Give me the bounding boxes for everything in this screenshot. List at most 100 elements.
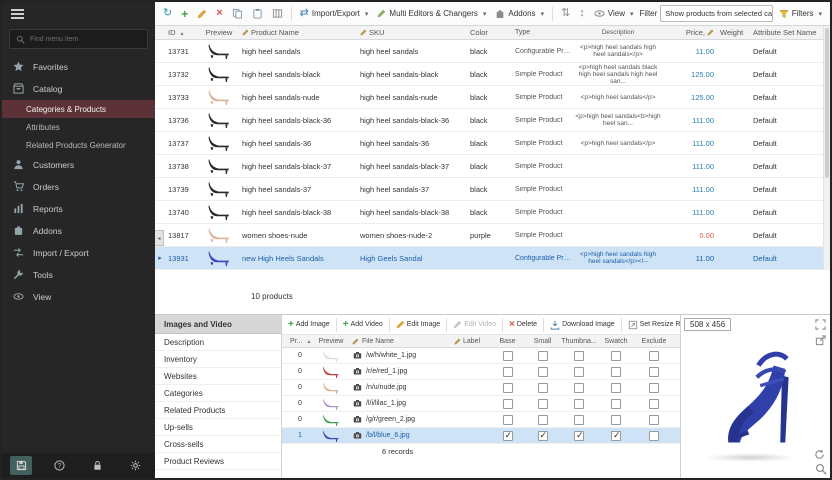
fullscreen-icon[interactable] <box>815 319 826 330</box>
sidebar-item-favorites[interactable]: Favorites <box>2 56 155 78</box>
product-row[interactable]: 13739 high heel sandals-37 high heel san… <box>155 178 830 201</box>
exclude-checkbox[interactable] <box>649 431 659 441</box>
columns-button[interactable] <box>269 6 286 21</box>
column-header-weight[interactable]: Weight <box>717 28 750 37</box>
tab-inventory[interactable]: Inventory <box>155 351 281 368</box>
thumbnail-checkbox[interactable] <box>574 367 584 377</box>
filter-select[interactable]: Show products from selected categories <box>660 5 772 22</box>
column-header-attribute-set[interactable]: Attribute Set Name <box>750 28 830 37</box>
scrollbar-thumb[interactable] <box>825 28 829 178</box>
swatch-checkbox[interactable] <box>611 367 621 377</box>
refresh-button[interactable]: ↻ <box>160 6 175 21</box>
thumbnail-checkbox[interactable] <box>574 383 584 393</box>
sidebar-item-import-export[interactable]: Import / Export <box>2 242 155 264</box>
sidebar-item-related-products-generator[interactable]: Related Products Generator <box>2 136 155 154</box>
exclude-checkbox[interactable] <box>649 351 659 361</box>
small-checkbox[interactable] <box>538 399 548 409</box>
product-row[interactable]: 13740 high heel sandals-black-38 high he… <box>155 201 830 224</box>
view-menu[interactable]: View <box>591 6 637 21</box>
add-product-button[interactable]: + <box>178 6 191 22</box>
product-row[interactable]: 13738 high heel sandals-black-37 high he… <box>155 155 830 178</box>
open-external-icon[interactable] <box>815 335 826 346</box>
download-image-button[interactable]: Download Image <box>548 319 617 331</box>
thumbnail-checkbox[interactable] <box>574 399 584 409</box>
multi-editors-menu[interactable]: Multi Editors & Changers <box>374 7 489 20</box>
sidebar-item-tools[interactable]: Tools <box>2 264 155 286</box>
tab-categories[interactable]: Categories <box>155 385 281 402</box>
product-row[interactable]: 13737 high heel sandals-36 high heel san… <box>155 132 830 155</box>
hamburger-menu-icon[interactable] <box>11 9 24 19</box>
sidebar-item-orders[interactable]: Orders <box>2 176 155 198</box>
sidebar-item-reports[interactable]: Reports <box>2 198 155 220</box>
column-header-id[interactable]: ID <box>165 28 199 37</box>
column-header-sku[interactable]: SKU <box>357 28 467 37</box>
edit-image-button[interactable]: Edit Image <box>394 319 442 330</box>
base-checkbox[interactable] <box>503 383 513 393</box>
column-header-product-name[interactable]: Product Name <box>239 28 357 37</box>
column-header-thumbnail[interactable]: Thumbna... <box>560 338 598 345</box>
copy-button[interactable] <box>229 6 246 21</box>
swatch-checkbox[interactable] <box>611 415 621 425</box>
exclude-checkbox[interactable] <box>649 383 659 393</box>
help-button[interactable]: ? <box>48 456 70 475</box>
sidebar-item-categories-products[interactable]: Categories & Products <box>2 100 155 118</box>
tab-images-and-video[interactable]: Images and Video <box>155 315 281 334</box>
base-checkbox[interactable] <box>503 399 513 409</box>
sidebar-item-addons[interactable]: Addons <box>2 220 155 242</box>
rotate-icon[interactable] <box>814 449 825 460</box>
image-row[interactable]: 0 /n/u/nude.jpg <box>282 380 680 396</box>
thumbnail-checkbox[interactable] <box>574 431 584 441</box>
tab-cross-sells[interactable]: Cross-sells <box>155 436 281 453</box>
column-header-description[interactable]: Description <box>574 29 662 36</box>
image-row[interactable]: 0 /w/h/white_1.jpg <box>282 348 680 364</box>
product-row[interactable]: 13817 women shoes-nude women shoes-nude-… <box>155 224 830 247</box>
product-row[interactable]: 13736 high heel sandals-black-36 high he… <box>155 109 830 132</box>
image-row[interactable]: 0 /r/e/red_1.jpg <box>282 364 680 380</box>
swatch-checkbox[interactable] <box>611 351 621 361</box>
small-checkbox[interactable] <box>538 351 548 361</box>
base-checkbox[interactable] <box>503 431 513 441</box>
base-checkbox[interactable] <box>503 415 513 425</box>
tab-websites[interactable]: Websites <box>155 368 281 385</box>
product-row[interactable]: 13731 high heel sandals high heel sandal… <box>155 40 830 63</box>
filters-menu[interactable]: Filters <box>776 7 825 21</box>
sidebar-search-input[interactable]: Find menu item <box>9 29 148 49</box>
delete-image-button[interactable]: ×Delete <box>507 319 539 331</box>
thumbnail-checkbox[interactable] <box>574 415 584 425</box>
settings-button[interactable] <box>125 456 147 475</box>
swatch-checkbox[interactable] <box>611 431 621 441</box>
swatch-checkbox[interactable] <box>611 399 621 409</box>
sidebar-item-view[interactable]: View <box>2 286 155 308</box>
exclude-checkbox[interactable] <box>649 415 659 425</box>
paste-button[interactable] <box>249 6 266 21</box>
small-checkbox[interactable] <box>538 431 548 441</box>
lock-button[interactable] <box>87 456 109 475</box>
column-header-preview[interactable]: Preview <box>310 338 352 345</box>
delete-product-button[interactable]: × <box>213 6 225 21</box>
small-checkbox[interactable] <box>538 415 548 425</box>
small-checkbox[interactable] <box>538 383 548 393</box>
sidebar-item-catalog[interactable]: Catalog <box>2 78 155 100</box>
column-header-label[interactable]: Label <box>452 338 490 345</box>
sidebar-item-customers[interactable]: Customers <box>2 154 155 176</box>
import-export-menu[interactable]: ⇄Import/Export <box>297 6 372 21</box>
column-header-type[interactable]: Type <box>512 29 574 36</box>
thumbnail-checkbox[interactable] <box>574 351 584 361</box>
image-row[interactable]: 0 /l/i/lilac_1.jpg <box>282 396 680 412</box>
column-header-base[interactable]: Base <box>490 338 525 345</box>
base-checkbox[interactable] <box>503 367 513 377</box>
small-checkbox[interactable] <box>538 367 548 377</box>
edit-video-button[interactable]: Edit Video <box>451 319 498 330</box>
edit-product-button[interactable] <box>194 7 210 21</box>
add-image-button[interactable]: +Add Image <box>286 319 332 331</box>
tab-related-products[interactable]: Related Products <box>155 402 281 419</box>
swatch-checkbox[interactable] <box>611 383 621 393</box>
column-header-preview[interactable]: Preview <box>199 28 239 37</box>
exclude-checkbox[interactable] <box>649 399 659 409</box>
column-header-file-name[interactable]: File Name <box>352 338 452 345</box>
product-row[interactable]: 13733 high heel sandals-nude high heel s… <box>155 86 830 109</box>
expand-rows-button[interactable]: ↕ <box>576 6 588 21</box>
sort-rows-button[interactable]: ⇅ <box>558 6 573 21</box>
tab-product-reviews[interactable]: Product Reviews <box>155 453 281 470</box>
column-header-price[interactable]: Price, <box>662 28 717 37</box>
